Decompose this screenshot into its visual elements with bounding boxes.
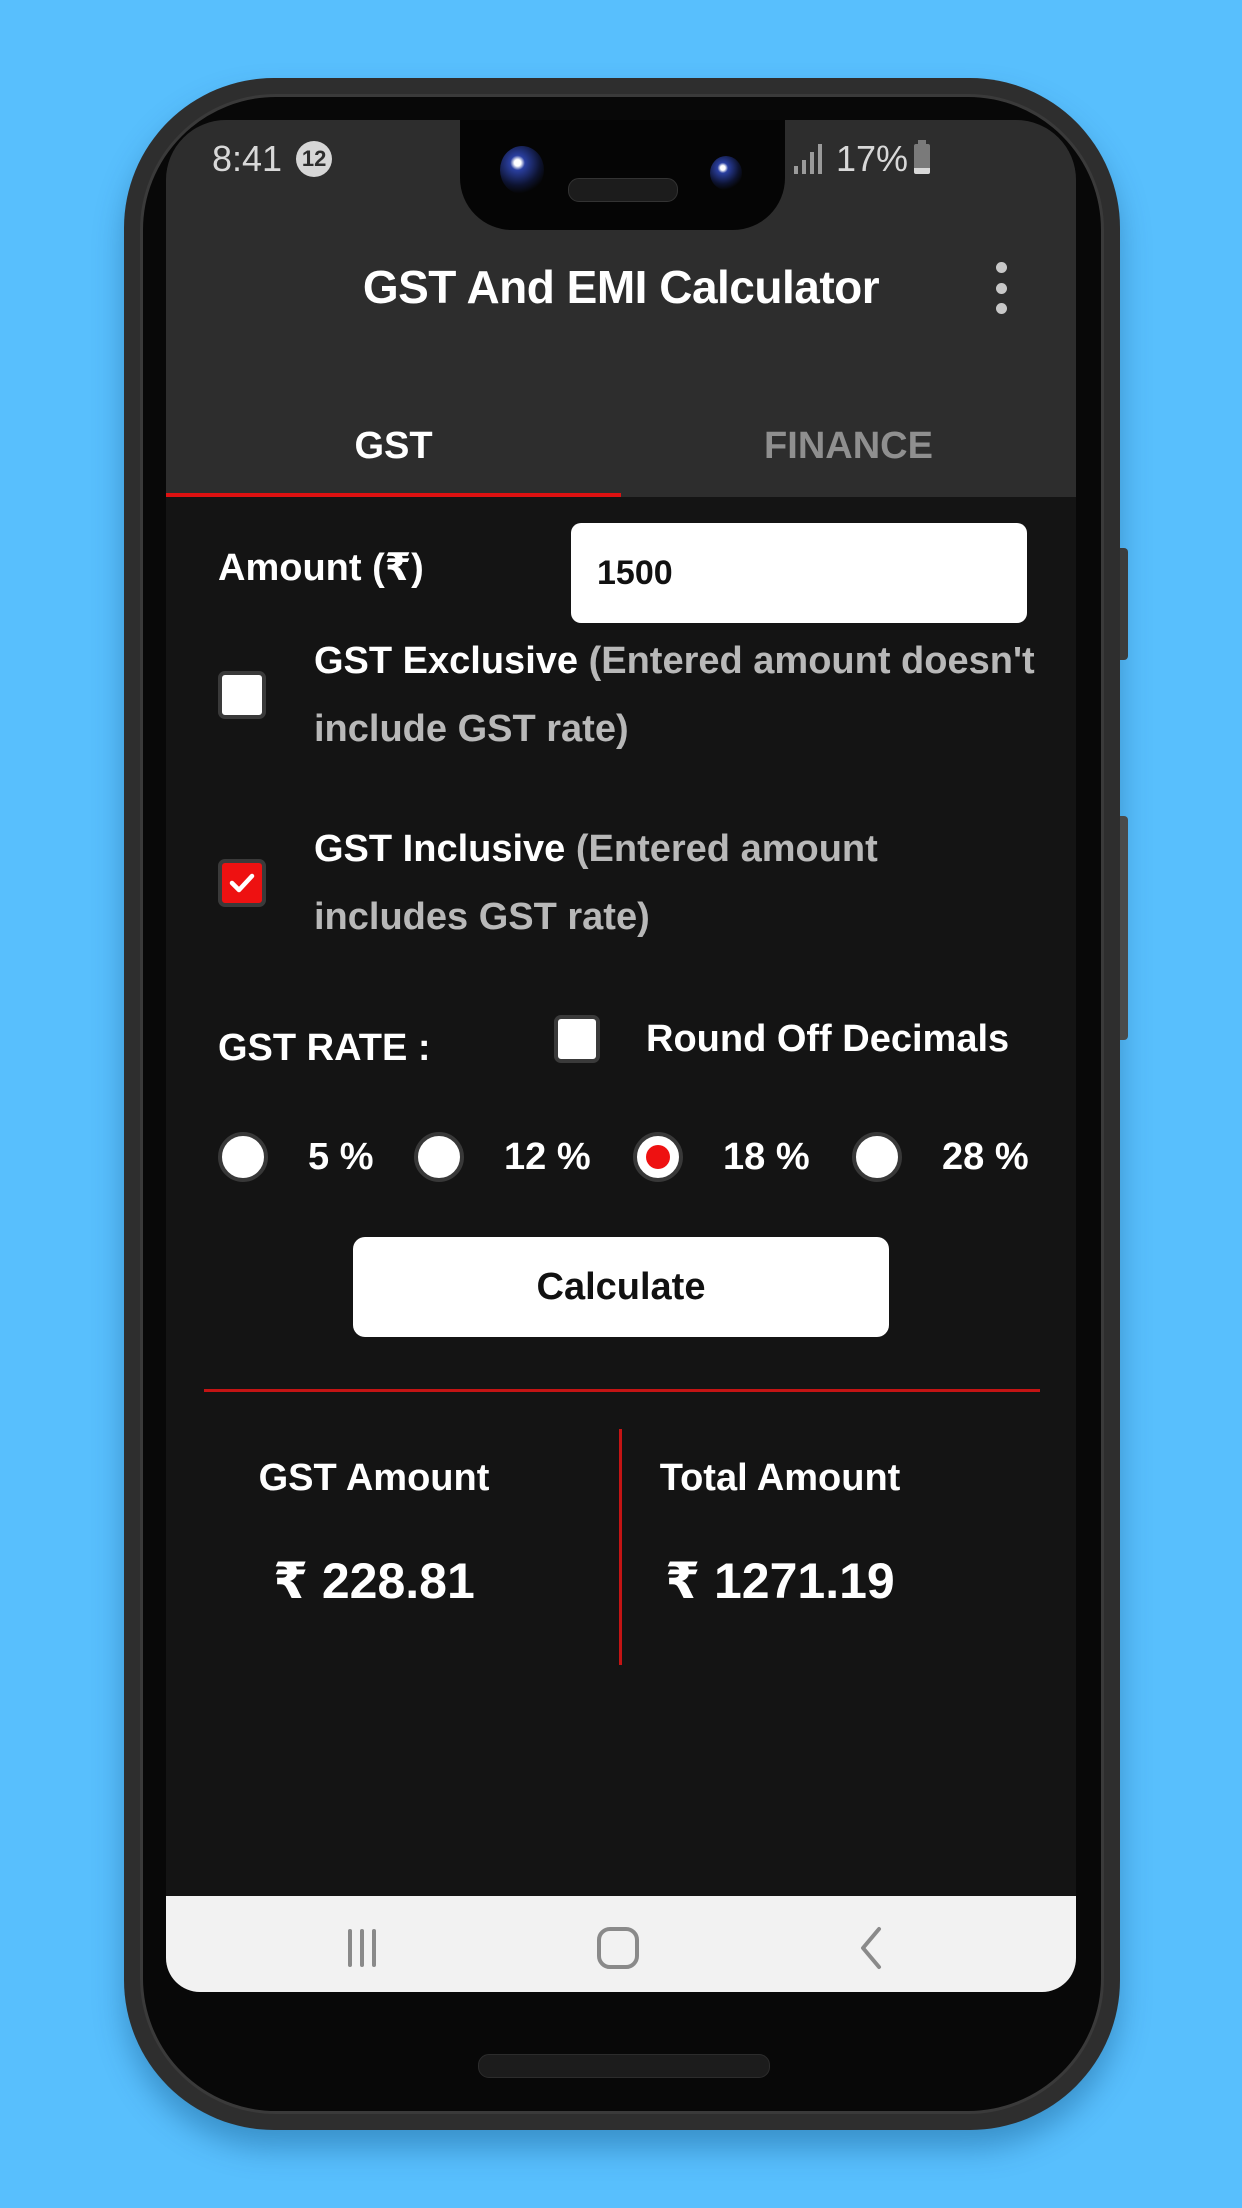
system-nav-bar <box>166 1896 1076 1992</box>
status-bar-left: 8:41 12 <box>212 134 333 184</box>
recents-icon[interactable] <box>322 1918 402 1978</box>
rate-option-12[interactable]: 12 % <box>414 1107 591 1207</box>
gst-inclusive-label: GST Inclusive (Entered amount includes G… <box>314 815 1038 951</box>
camera-notch <box>460 120 785 230</box>
tab-bar: GST FINANCE <box>166 395 1076 497</box>
gst-amount-value: ₹ 228.81 <box>273 1553 475 1609</box>
total-amount-value: ₹ 1271.19 <box>665 1553 895 1609</box>
more-vert-icon[interactable] <box>986 262 1016 314</box>
rate-label: 28 % <box>942 1135 1029 1178</box>
home-icon[interactable] <box>578 1918 658 1978</box>
total-amount-result: Total Amount ₹ 1271.19 <box>580 1457 980 1610</box>
gst-amount-result: GST Amount ₹ 228.81 <box>174 1457 574 1610</box>
bottom-speaker <box>478 2054 770 2078</box>
front-camera-icon <box>500 146 544 194</box>
radio-selected-dot <box>646 1145 670 1169</box>
checkmark-icon <box>229 873 255 893</box>
power-button <box>1120 548 1128 660</box>
app-title: GST And EMI Calculator <box>362 261 880 313</box>
round-off-checkbox[interactable] <box>554 1015 600 1063</box>
gst-inclusive-checkbox[interactable] <box>218 859 266 907</box>
round-off-option: Round Off Decimals <box>554 1015 1009 1063</box>
gst-exclusive-option: GST Exclusive (Entered amount doesn't in… <box>218 627 1038 763</box>
screen: 8:41 12 17% GST And EMI Calculator GST F… <box>166 120 1076 1992</box>
notification-count-badge: 12 <box>296 141 333 177</box>
rate-label: 5 % <box>308 1135 374 1178</box>
radio-button[interactable] <box>414 1132 464 1182</box>
status-bar-right: 17% <box>793 134 930 184</box>
results-divider <box>204 1389 1040 1392</box>
radio-button-selected[interactable] <box>633 1132 683 1182</box>
tab-finance[interactable]: FINANCE <box>621 395 1076 497</box>
app-header: 8:41 12 17% GST And EMI Calculator GST F… <box>166 120 1076 497</box>
total-amount-label: Total Amount <box>659 1457 901 1499</box>
radio-button[interactable] <box>852 1132 902 1182</box>
radio-button[interactable] <box>218 1132 268 1182</box>
battery-percent: 17% <box>835 138 908 179</box>
battery-icon <box>914 140 930 174</box>
gst-rate-radio-group: 5 % 12 % 18 % 28 % <box>218 1107 1038 1207</box>
rate-option-28[interactable]: 28 % <box>852 1107 1029 1207</box>
earpiece-speaker <box>568 178 678 202</box>
round-off-label: Round Off Decimals <box>646 1017 1010 1060</box>
rate-label: 18 % <box>723 1135 810 1178</box>
tab-gst[interactable]: GST <box>166 395 621 497</box>
signal-icon <box>793 144 822 174</box>
gst-amount-label: GST Amount <box>258 1457 490 1499</box>
rate-option-18[interactable]: 18 % <box>633 1107 810 1207</box>
status-time: 8:41 <box>212 138 283 179</box>
gst-exclusive-checkbox[interactable] <box>218 671 266 719</box>
volume-button <box>1120 816 1128 1040</box>
amount-input[interactable] <box>571 523 1027 623</box>
gst-rate-label: GST RATE : <box>218 1027 431 1069</box>
gst-inclusive-option: GST Inclusive (Entered amount includes G… <box>218 815 1038 951</box>
rate-option-5[interactable]: 5 % <box>218 1107 373 1207</box>
gst-exclusive-title: GST Exclusive <box>314 640 579 682</box>
front-sensor-icon <box>710 156 742 190</box>
back-icon[interactable] <box>832 1918 912 1978</box>
amount-label: Amount (₹) <box>218 547 424 589</box>
rate-label: 12 % <box>504 1135 591 1178</box>
calculate-button[interactable]: Calculate <box>353 1237 889 1337</box>
gst-inclusive-title: GST Inclusive <box>314 828 566 870</box>
gst-exclusive-label: GST Exclusive (Entered amount doesn't in… <box>314 627 1038 763</box>
